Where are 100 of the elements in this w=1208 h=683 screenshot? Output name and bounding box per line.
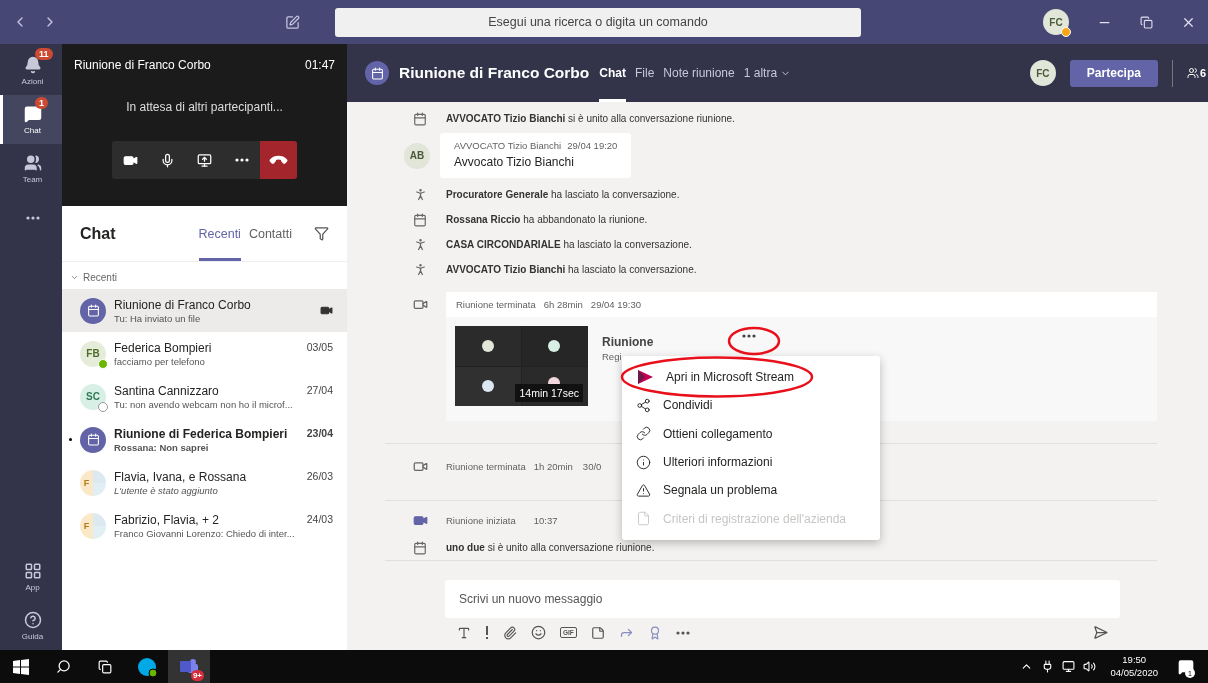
attach-icon[interactable] xyxy=(503,625,517,640)
menu-item[interactable]: Ottieni collegamento xyxy=(622,419,880,448)
chat-name: Riunione di Franco Corbo xyxy=(114,297,251,312)
app-bar-item[interactable]: App xyxy=(0,552,62,601)
count-badge: 1 xyxy=(35,97,48,109)
event-text: Rossana Riccio ha abbandonato la riunione. xyxy=(446,214,648,225)
app-bar-item[interactable]: Chat 1 xyxy=(0,95,62,144)
calendar-icon xyxy=(413,212,427,227)
view-tab[interactable]: Contatti xyxy=(248,206,292,261)
taskbar-app-button[interactable]: 9+ xyxy=(168,650,210,683)
calendar-icon xyxy=(86,304,100,317)
view-tab[interactable]: Recenti xyxy=(198,206,241,261)
emoji-icon[interactable] xyxy=(531,625,546,640)
more-icon[interactable] xyxy=(742,334,756,338)
meeting-duration: 6h 28min xyxy=(543,299,583,310)
chat-date: 26/03 xyxy=(306,469,333,484)
chat-name: Riunione di Federica Bompieri xyxy=(114,426,288,441)
people-icon xyxy=(1186,67,1199,79)
section-label: Recenti xyxy=(83,272,117,283)
profile-avatar[interactable]: FC xyxy=(1043,9,1069,35)
chat-header-title: Riunione di Franco Corbo xyxy=(399,64,590,82)
windows-icon[interactable] xyxy=(13,658,29,675)
menu-item[interactable]: Segnala un problema xyxy=(622,476,880,505)
warning-icon xyxy=(636,482,651,498)
volume-icon[interactable] xyxy=(1083,660,1097,673)
calendar-icon xyxy=(370,66,384,80)
search-icon[interactable] xyxy=(55,659,71,674)
header-tab[interactable]: Note riunione xyxy=(663,44,735,102)
important-icon[interactable] xyxy=(485,626,489,639)
header-tab[interactable]: Chat xyxy=(599,44,626,102)
network-icon[interactable] xyxy=(1062,660,1076,673)
join-button[interactable]: Partecipa xyxy=(1069,59,1158,87)
event-text: AVVOCATO Tizio Bianchi ha lasciato la conversazione. xyxy=(446,264,697,275)
clock[interactable]: 19:50 04/05/2020 xyxy=(1110,654,1158,679)
app-bar-item[interactable]: Azioni 11 xyxy=(0,46,62,95)
chat-name: Federica Bompieri xyxy=(114,340,212,355)
chat-item[interactable]: Riunione di Franco Corbo Tu: Ha inviato un file xyxy=(62,289,347,332)
file-icon xyxy=(636,511,651,527)
call-timer: 01:47 xyxy=(304,58,335,72)
app-bar-item[interactable]: Team xyxy=(0,144,62,193)
menu-item[interactable]: Apri in Microsoft Stream xyxy=(622,363,880,392)
app-bar-item[interactable]: Guida xyxy=(0,601,62,650)
app-icon[interactable] xyxy=(137,656,157,677)
restore-icon[interactable] xyxy=(1140,15,1153,29)
filter-icon[interactable] xyxy=(314,226,329,241)
team-icon xyxy=(23,153,42,172)
play-icon xyxy=(636,368,654,387)
count-badge: 9+ xyxy=(190,670,204,681)
chat-preview: Tu: non avendo webcam non ho il microf... xyxy=(114,398,294,410)
event-text: uno due si è unito alla conversazione riunione. xyxy=(446,542,655,553)
chat-icon xyxy=(23,104,42,123)
recording-title: Riunione xyxy=(602,335,654,349)
message-time: 29/04 19:20 xyxy=(567,140,618,151)
chat-title: Chat xyxy=(80,224,116,243)
meeting-time: 29/04 19:30 xyxy=(590,299,642,310)
hang-up-button[interactable] xyxy=(260,141,297,179)
chat-preview: L'utente è stato aggiunto xyxy=(114,484,219,496)
presence-dot xyxy=(1061,27,1071,37)
chat-preview: Franco Giovanni Lorenzo: Chiedo di inter... xyxy=(114,527,296,539)
calendar-icon xyxy=(413,111,427,126)
share-screen-icon[interactable] xyxy=(197,152,212,168)
meeting-duration: 1h 20min xyxy=(533,460,573,472)
recording-subtitle: Regi xyxy=(602,351,623,362)
chat-date: 27/04 xyxy=(306,383,333,398)
menu-item[interactable]: Ulteriori informazioni xyxy=(622,447,880,477)
chat-date: 23/04 xyxy=(306,426,333,441)
user-avatar: FB xyxy=(80,340,106,367)
message-author: AVVOCATO Tizio Bianchi xyxy=(454,140,562,151)
more-icon[interactable] xyxy=(234,158,249,162)
message-input[interactable]: Scrivi un nuovo messaggio xyxy=(445,580,1120,618)
caret-icon xyxy=(70,273,79,282)
calendar-icon xyxy=(86,433,100,446)
chat-name: Fabrizio, Flavia, + 2 xyxy=(114,512,220,527)
chat-name: Flavia, Ivana, e Rossana xyxy=(114,469,247,484)
send-icon[interactable] xyxy=(1093,625,1108,640)
participants-button[interactable]: 6 xyxy=(1186,67,1208,79)
header-tab[interactable]: 1 altra xyxy=(743,44,792,102)
header-tab[interactable]: File xyxy=(635,44,655,102)
compose-icon[interactable] xyxy=(285,14,300,30)
video-call-icon xyxy=(320,304,333,317)
chat-preview: Rossana: Non saprei xyxy=(114,441,210,453)
search-field[interactable]: Esegui una ricerca o digita un comando xyxy=(335,7,861,37)
chat-name: Santina Cannizzaro xyxy=(114,383,219,398)
menu-item[interactable]: Condividi xyxy=(622,391,880,420)
calendar-icon xyxy=(413,540,427,555)
call-title: Riunione di Franco Corbo xyxy=(74,58,211,72)
meeting-status: Riunione iniziata xyxy=(446,514,516,526)
task-view-icon[interactable] xyxy=(98,659,112,674)
meeting-status: Riunione terminata xyxy=(446,460,526,472)
chat-date: 03/05 xyxy=(306,340,333,355)
meeting-time: 30/0 xyxy=(582,460,602,472)
mic-icon[interactable] xyxy=(160,152,175,168)
more-icon[interactable] xyxy=(25,215,40,220)
user-avatar: SC xyxy=(80,383,106,410)
event-text: AVVOCATO Tizio Bianchi si è unito alla conversazione riunione. xyxy=(446,113,735,124)
call-status: In attesa di altri partecipanti... xyxy=(125,100,284,114)
more-icon[interactable] xyxy=(675,630,690,635)
format-icon[interactable] xyxy=(457,625,471,640)
sticker-icon[interactable] xyxy=(590,625,605,640)
video-duration: 14min 17sec xyxy=(515,384,583,402)
